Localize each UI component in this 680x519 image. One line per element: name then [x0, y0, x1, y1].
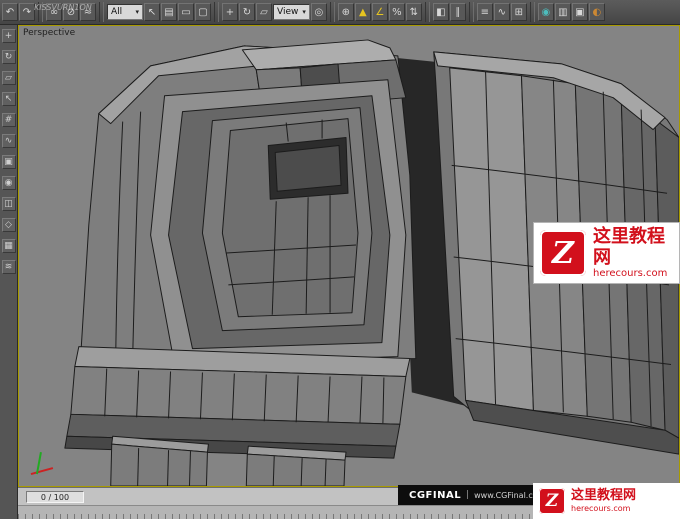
site-logo-title: 这里教程网 — [571, 488, 637, 504]
frame-counter[interactable]: 0 / 100 — [26, 490, 84, 503]
select-and-move-icon[interactable]: + — [222, 3, 238, 21]
align-icon[interactable]: ∥ — [449, 3, 466, 21]
toolbar-separator — [529, 2, 535, 22]
angle-snap-icon[interactable]: ∠ — [371, 3, 388, 21]
spinner-snap-icon[interactable]: ⇅ — [405, 3, 422, 21]
rectangular-selection-icon[interactable]: ▭ — [178, 3, 194, 21]
select-and-scale-icon[interactable]: ▱ — [256, 3, 272, 21]
selection-filter-dropdown[interactable]: All ▾ — [107, 4, 143, 20]
site-logo-bottom: Z 这里教程网 herecours.com — [533, 483, 680, 519]
site-logo-title: 这里教程网 — [593, 225, 665, 268]
toolbar-separator — [99, 2, 104, 22]
site-logo-url: herecours.com — [571, 503, 631, 513]
cgfinal-separator: | — [466, 490, 470, 500]
main-toolbar: ↶ ↷ ∞ ⊘ ≈ All ▾ ↖ ▤ ▭ ▢ + ↻ ▱ View ▾ ◎ ⊕ ▲ ∠% ⇅ ◧ ∥ ≡ ∿ ⊞ ◉ ▥ ▣ ◐ — [0, 0, 680, 25]
bind-to-space-warp-icon[interactable]: ≈ — [80, 3, 96, 21]
percent-snap-icon[interactable]: % — [388, 3, 405, 21]
unlink-selection-icon[interactable]: ⊘ — [63, 3, 79, 21]
left-tool-mesh-icon[interactable]: ▦ — [1, 239, 16, 253]
toolbar-separator — [329, 2, 335, 22]
site-logo-z-icon: Z — [540, 230, 586, 276]
schematic-view-icon[interactable]: ⊞ — [510, 3, 527, 21]
left-tool-box-icon[interactable]: ▣ — [1, 155, 16, 169]
select-and-rotate-icon[interactable]: ↻ — [239, 3, 255, 21]
toolbar-separator — [468, 2, 474, 22]
select-and-manipulate-icon[interactable]: ⊕ — [337, 3, 354, 21]
undo-icon[interactable]: ↶ — [2, 3, 18, 21]
toolbar-separator — [424, 2, 430, 22]
curve-editor-icon[interactable]: ∿ — [493, 3, 510, 21]
redo-icon[interactable]: ↷ — [19, 3, 35, 21]
left-tool-wave-icon[interactable]: ≋ — [1, 260, 16, 274]
reference-coordinate-dropdown[interactable]: View ▾ — [273, 4, 310, 20]
select-by-name-icon[interactable]: ▤ — [161, 3, 177, 21]
material-editor-icon[interactable]: ◉ — [537, 3, 554, 21]
left-tool-select-icon[interactable]: ↖ — [1, 92, 16, 106]
chevron-down-icon: ▾ — [135, 8, 139, 16]
chevron-down-icon: ▾ — [302, 8, 306, 16]
site-logo-url: herecours.com — [593, 268, 668, 280]
mirror-icon[interactable]: ◧ — [432, 3, 449, 21]
left-tool-curve-icon[interactable]: ∿ — [1, 134, 16, 148]
left-tool-rotate-icon[interactable]: ↻ — [1, 50, 16, 64]
left-tool-cylinder-icon[interactable]: ◫ — [1, 197, 16, 211]
selection-filter-dropdown-label: All — [111, 7, 123, 17]
left-tool-poly-icon[interactable]: ◇ — [1, 218, 16, 232]
snap-toggle-icon[interactable]: ▲ — [354, 3, 371, 21]
site-logo-mid: Z 这里教程网 herecours.com — [533, 222, 680, 284]
cgfinal-url: www.CGFinal.c — [474, 490, 533, 500]
viewport-label[interactable]: Perspective — [23, 28, 75, 38]
reference-coordinate-dropdown-label: View — [277, 7, 299, 17]
cgfinal-watermark: CGFINAL | www.CGFinal.c — [398, 485, 534, 505]
app-window: ↶ ↷ ∞ ⊘ ≈ All ▾ ↖ ▤ ▭ ▢ + ↻ ▱ View ▾ ◎ ⊕ ▲ ∠% ⇅ ◧ ∥ ≡ ∿ ⊞ ◉ ▥ ▣ ◐ KIS… — [0, 0, 680, 519]
select-object-icon[interactable]: ↖ — [144, 3, 160, 21]
site-logo-z-icon: Z — [539, 488, 565, 514]
left-tool-grid-icon[interactable]: # — [1, 113, 16, 127]
layer-manager-icon[interactable]: ≡ — [476, 3, 493, 21]
render-setup-icon[interactable]: ▣ — [571, 3, 588, 21]
quick-render-icon[interactable]: ◐ — [588, 3, 605, 21]
toolbar-separator — [38, 2, 43, 22]
use-pivot-center-icon[interactable]: ◎ — [310, 3, 327, 21]
cgfinal-brand: CGFINAL — [409, 489, 462, 501]
left-tool-scale-icon[interactable]: ▱ — [1, 71, 16, 85]
left-tool-move-icon[interactable]: + — [1, 29, 16, 43]
named-selection-icon[interactable]: ▥ — [554, 3, 571, 21]
left-tool-sphere-icon[interactable]: ◉ — [1, 176, 16, 190]
left-toolbar: + ↻ ▱ ↖ # ∿ ▣ ◉ ◫ ◇ ▦ ≋ — [0, 25, 18, 519]
select-and-link-icon[interactable]: ∞ — [46, 3, 62, 21]
toolbar-separator — [214, 2, 219, 22]
window-crossing-icon[interactable]: ▢ — [195, 3, 211, 21]
